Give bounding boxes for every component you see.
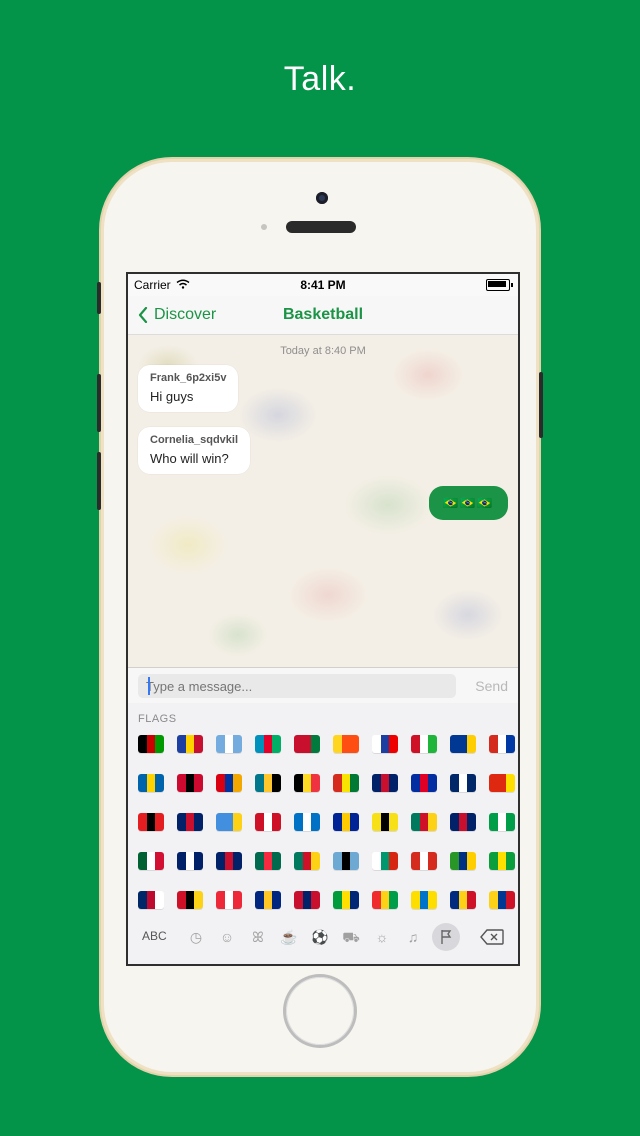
flag-emoji-key[interactable]	[177, 735, 203, 753]
flag-emoji-key[interactable]	[450, 891, 476, 909]
flag-emoji-key[interactable]	[138, 774, 164, 792]
sport-icon[interactable]: ⚽	[310, 927, 330, 947]
flag-emoji-key[interactable]	[216, 735, 242, 753]
flag-emoji-key[interactable]	[294, 813, 320, 831]
flag-emoji-key[interactable]	[138, 852, 164, 870]
flag-emoji-key[interactable]	[489, 735, 515, 753]
flag-emoji-key[interactable]	[333, 774, 359, 792]
food-icon[interactable]: ☕	[279, 927, 299, 947]
flag-emoji-key[interactable]	[294, 735, 320, 753]
smiley-icon[interactable]: ☺	[217, 927, 237, 947]
flag-emoji-key[interactable]	[138, 813, 164, 831]
keyboard-category-bar: ABC ◷ ☺ ꕤ ☕ ⚽ ⛟ ☼ ♫	[128, 917, 518, 957]
navigation-bar: Discover Basketball	[128, 296, 518, 335]
flag-emoji-key[interactable]	[489, 891, 515, 909]
flag-emoji-key[interactable]	[294, 774, 320, 792]
flag-emoji-key[interactable]	[411, 774, 437, 792]
headline: Talk.	[283, 60, 357, 98]
phone-screen: Carrier 8:41 PM Discover Basketball Toda…	[126, 272, 520, 966]
flag-emoji-key[interactable]	[333, 735, 359, 753]
flag-emoji-key[interactable]	[411, 735, 437, 753]
flag-emoji-key[interactable]	[177, 774, 203, 792]
flag-emoji-key[interactable]	[450, 774, 476, 792]
message-text: Who will win?	[150, 451, 229, 466]
nav-title: Basketball	[282, 306, 364, 323]
flag-emoji-key[interactable]	[138, 735, 164, 753]
flag-emoji-key[interactable]	[411, 891, 437, 909]
flag-emoji-key[interactable]	[177, 852, 203, 870]
message-input-bar: Send	[128, 667, 518, 704]
phone-frame: Carrier 8:41 PM Discover Basketball Toda…	[97, 162, 543, 1072]
flag-emoji-key[interactable]	[489, 774, 515, 792]
flag-emoji-key[interactable]	[216, 813, 242, 831]
power-button	[539, 372, 543, 438]
chat-timestamp: Today at 8:40 PM	[280, 345, 366, 357]
flag-emoji-key[interactable]	[255, 852, 281, 870]
flag-emoji-key[interactable]	[450, 852, 476, 870]
mute-switch	[97, 282, 101, 314]
volume-down-button	[97, 452, 101, 510]
message-sender: Cornelia_sqdvkil	[150, 434, 239, 446]
incoming-message[interactable]: Frank_6p2xi5v Hi guys	[138, 365, 239, 412]
abc-key[interactable]: ABC	[142, 929, 167, 943]
proximity-sensor	[261, 224, 267, 230]
flag-emoji-key[interactable]	[216, 891, 242, 909]
flag-emoji-key[interactable]	[255, 735, 281, 753]
earpiece-speaker	[286, 221, 356, 233]
flag-emoji-key[interactable]	[255, 891, 281, 909]
flag-emoji-key[interactable]	[177, 813, 203, 831]
flag-emoji-key[interactable]	[216, 774, 242, 792]
flag-emoji-key[interactable]	[216, 852, 242, 870]
flag-emoji-key[interactable]	[411, 852, 437, 870]
incoming-message[interactable]: Cornelia_sqdvkil Who will win?	[138, 427, 251, 474]
flag-emoji-key[interactable]	[372, 735, 398, 753]
flag-emoji-key[interactable]	[333, 852, 359, 870]
flag-icon	[441, 930, 452, 944]
battery-icon	[486, 279, 513, 291]
message-input[interactable]	[138, 674, 456, 698]
emoji-keyboard: FLAGS ABC ◷ ☺ ꕤ ☕ ⚽ ⛟ ☼ ♫	[128, 703, 518, 964]
flag-category-button[interactable]	[432, 923, 460, 951]
travel-icon[interactable]: ⛟	[341, 927, 361, 947]
status-bar: Carrier 8:41 PM	[128, 274, 518, 296]
volume-up-button	[97, 374, 101, 432]
send-button[interactable]: Send	[475, 678, 508, 694]
front-camera	[316, 192, 328, 204]
chat-area[interactable]: Today at 8:40 PM Frank_6p2xi5v Hi guys C…	[128, 335, 518, 667]
flag-emoji-key[interactable]	[177, 891, 203, 909]
flag-emoji-key[interactable]	[411, 813, 437, 831]
flag-emoji-key[interactable]	[333, 891, 359, 909]
flag-emoji-key[interactable]	[372, 813, 398, 831]
status-time: 8:41 PM	[300, 278, 346, 292]
backspace-icon[interactable]	[480, 929, 504, 945]
flag-emoji-key[interactable]	[450, 735, 476, 753]
flag-emoji-key[interactable]	[294, 852, 320, 870]
flag-emoji-key[interactable]	[294, 891, 320, 909]
flag-emoji-key[interactable]	[489, 852, 515, 870]
flag-emoji-key[interactable]	[372, 774, 398, 792]
message-text: Hi guys	[150, 389, 194, 404]
keyboard-section-label: FLAGS	[138, 713, 177, 725]
flag-emoji-key[interactable]	[138, 891, 164, 909]
outgoing-message[interactable]: 🇧🇷🇧🇷🇧🇷	[429, 486, 508, 520]
flag-emoji-key[interactable]	[489, 813, 515, 831]
symbol-icon[interactable]: ♫	[403, 927, 423, 947]
flag-emoji-key[interactable]	[372, 852, 398, 870]
message-sender: Frank_6p2xi5v	[150, 372, 227, 384]
object-icon[interactable]: ☼	[372, 927, 392, 947]
animal-icon[interactable]: ꕤ	[248, 927, 268, 947]
home-button[interactable]	[286, 977, 354, 1045]
flag-emoji-key[interactable]	[255, 813, 281, 831]
flag-emoji-key[interactable]	[333, 813, 359, 831]
flag-emoji-key[interactable]	[372, 891, 398, 909]
flag-emoji-key[interactable]	[255, 774, 281, 792]
text-caret	[148, 677, 150, 695]
recent-icon[interactable]: ◷	[186, 927, 206, 947]
flag-emoji-key[interactable]	[450, 813, 476, 831]
